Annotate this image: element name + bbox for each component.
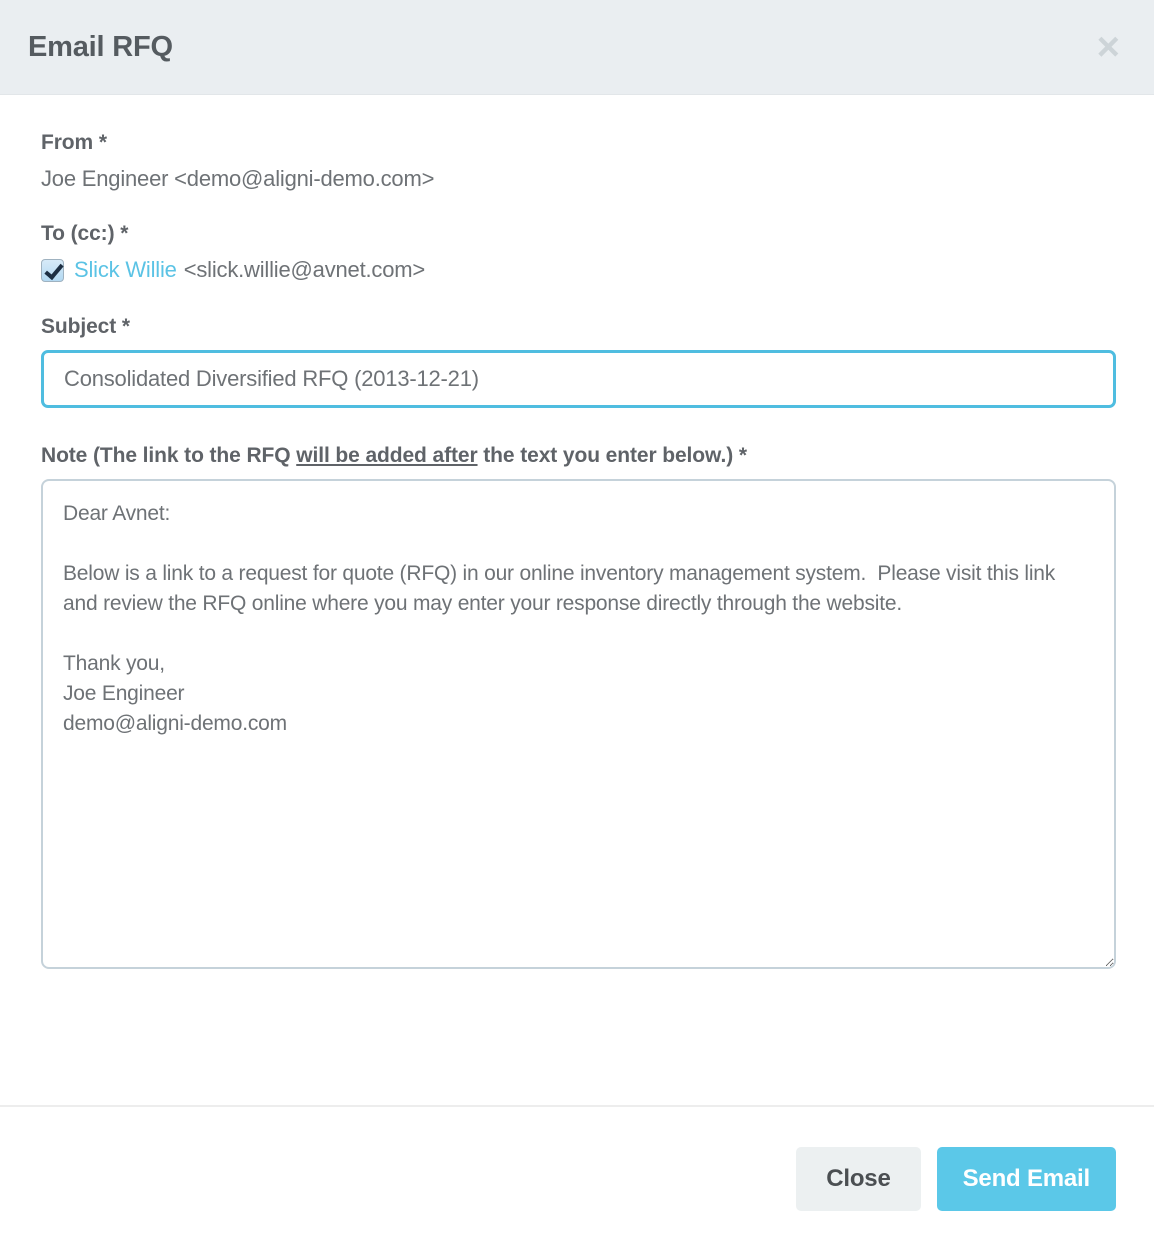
note-label: Note (The link to the RFQ will be added … xyxy=(41,444,1116,468)
close-x-icon[interactable]: × xyxy=(1093,27,1124,67)
email-rfq-dialog: Email RFQ × From * Joe Engineer <demo@al… xyxy=(0,0,1154,1246)
dialog-header: Email RFQ × xyxy=(0,0,1154,95)
page-title: Email RFQ xyxy=(28,30,173,63)
note-label-before: Note (The link to the RFQ xyxy=(41,444,297,467)
from-value: Joe Engineer <demo@aligni-demo.com> xyxy=(41,166,435,191)
send-email-button[interactable]: Send Email xyxy=(936,1146,1116,1211)
subject-input[interactable] xyxy=(41,350,1116,408)
to-cc-recipient-row: Slick Willie <slick.willie@avnet.com> xyxy=(41,257,1116,283)
dialog-footer: Close Send Email xyxy=(0,1105,1154,1246)
note-label-after: the text you enter below.) * xyxy=(477,444,747,467)
recipient-name-link[interactable]: Slick Willie xyxy=(74,257,177,283)
dialog-body: From * Joe Engineer <demo@aligni-demo.co… xyxy=(0,95,1154,1105)
recipient-checkbox[interactable] xyxy=(41,258,64,282)
note-textarea[interactable] xyxy=(41,479,1116,969)
from-label: From * xyxy=(41,131,107,154)
close-button[interactable]: Close xyxy=(796,1146,921,1211)
note-label-underlined: will be added after xyxy=(296,444,478,467)
recipient-email: <slick.willie@avnet.com> xyxy=(183,257,426,282)
to-cc-label: To (cc:) * xyxy=(41,222,129,245)
subject-label: Subject * xyxy=(41,315,130,338)
